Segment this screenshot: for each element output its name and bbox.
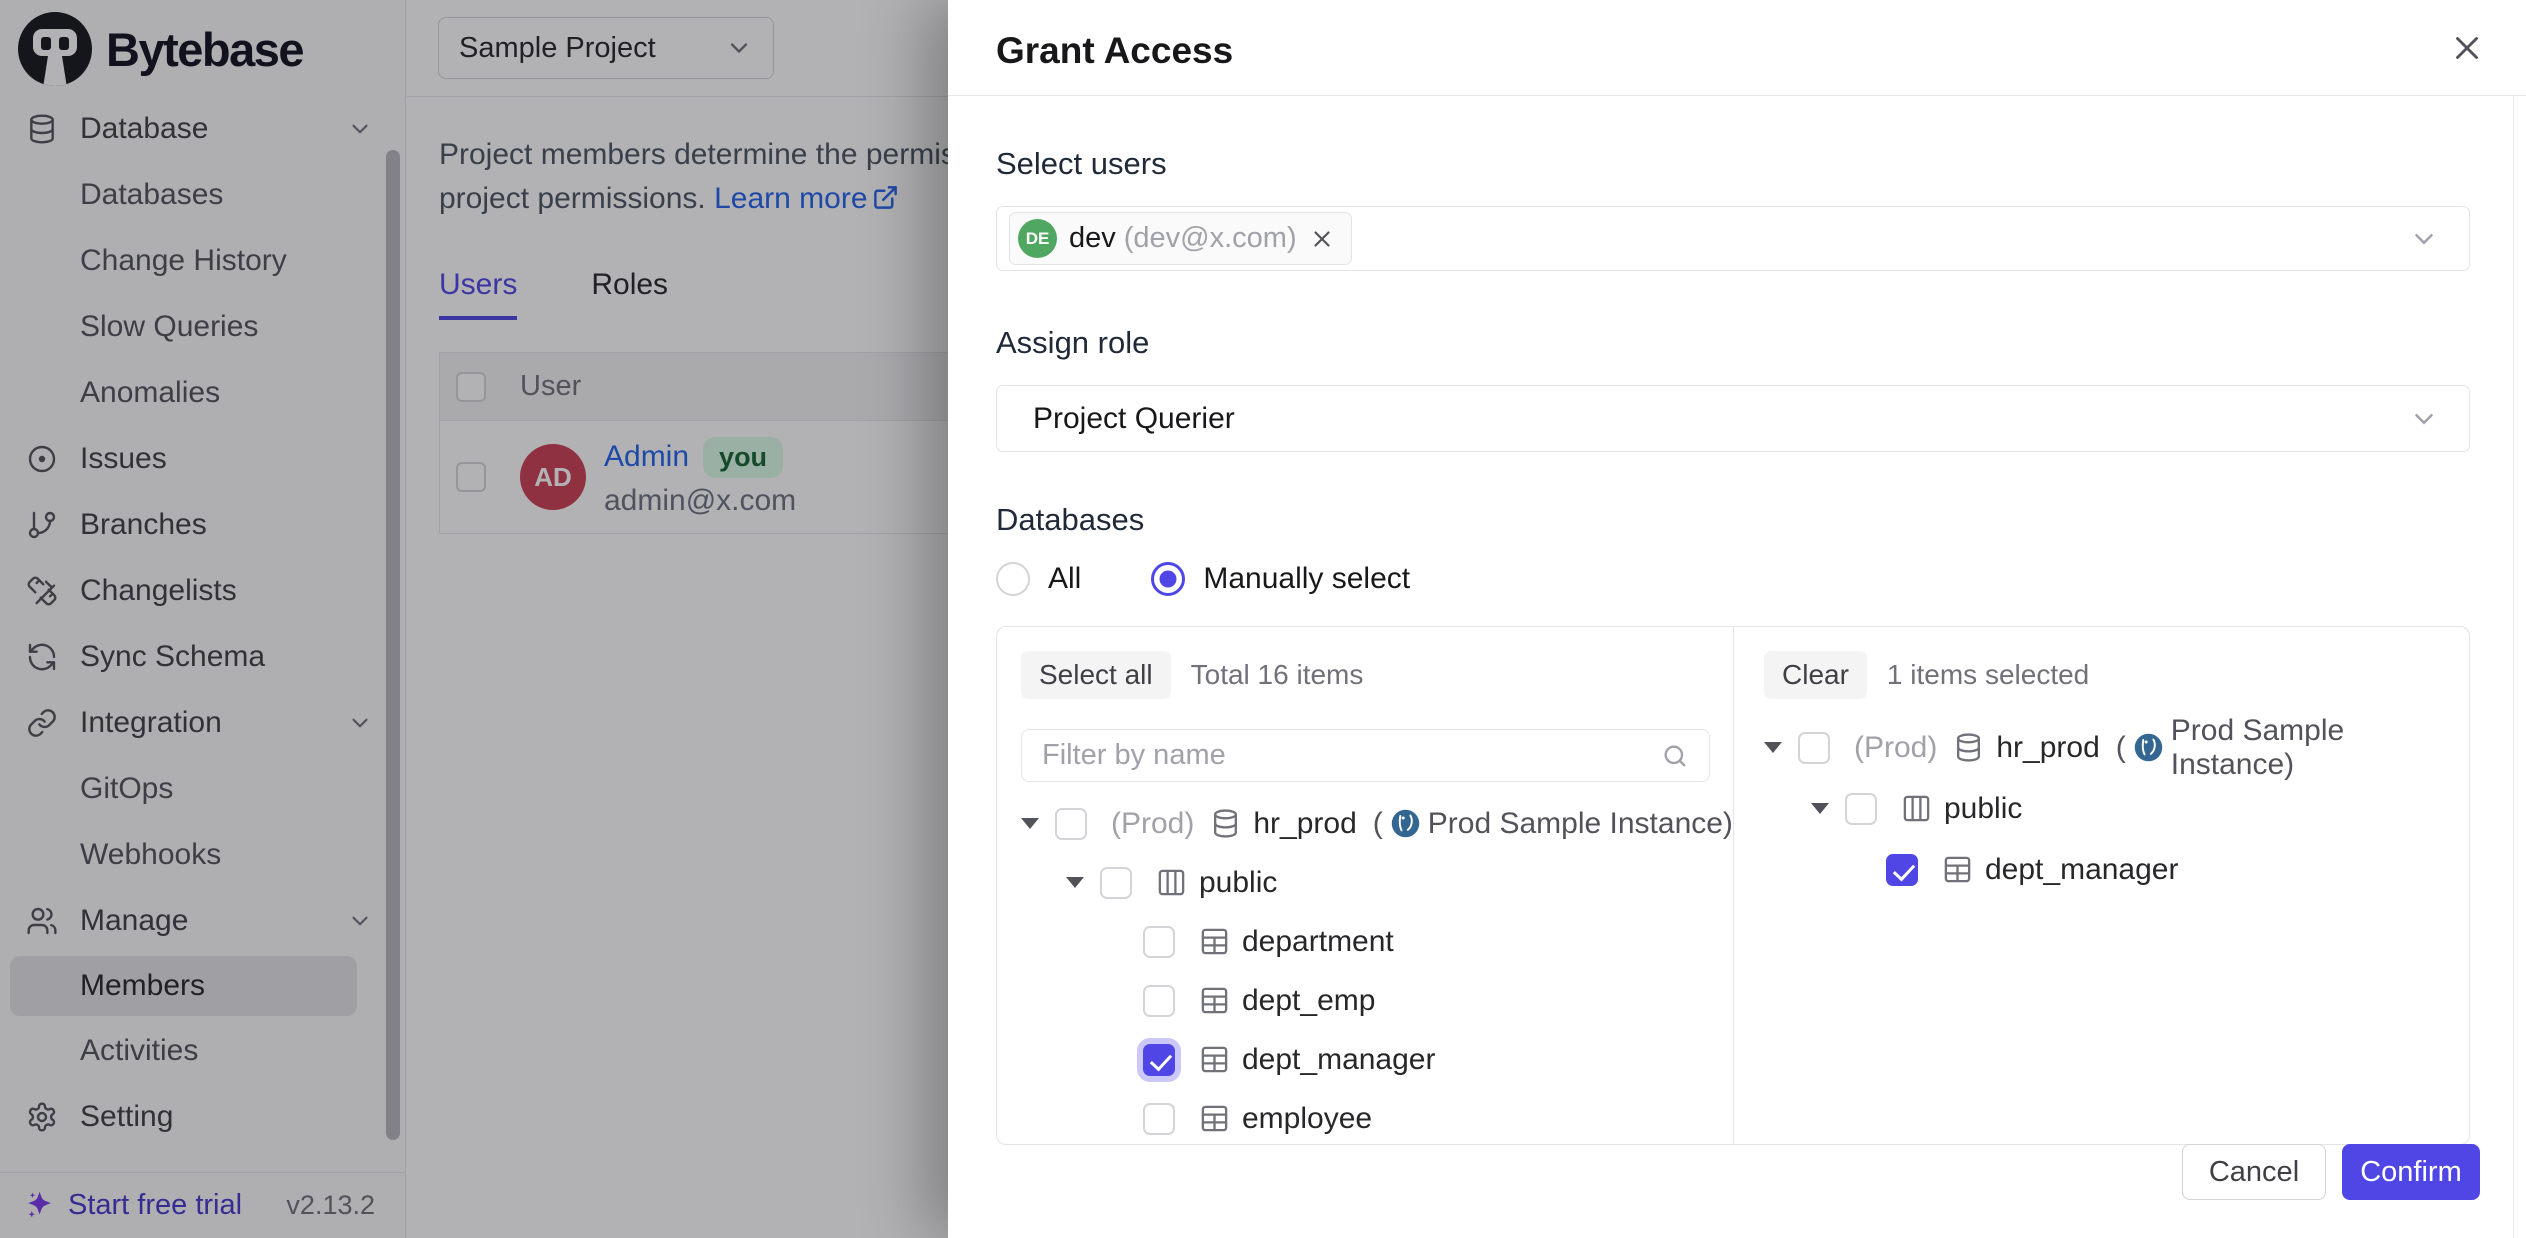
tree-row-table[interactable]: department — [1021, 912, 1733, 971]
select-all-button[interactable]: Select all — [1021, 651, 1171, 699]
tree-row-table[interactable]: dept_manager — [1021, 1030, 1733, 1089]
table-name: dept_manager — [1242, 1043, 1435, 1077]
radio-all[interactable] — [996, 562, 1030, 596]
total-items-label: Total 16 items — [1191, 659, 1364, 691]
select-users-label: Select users — [996, 146, 2470, 182]
checkbox[interactable] — [1055, 808, 1087, 840]
tree-row-schema[interactable]: public — [1021, 853, 1733, 912]
checkbox-checked[interactable] — [1143, 1044, 1175, 1076]
env-label: (Prod) — [1111, 807, 1194, 841]
schema-name: public — [1199, 866, 1277, 900]
bytebase-app: Bytebase Database Databases Change Histo… — [0, 0, 2526, 1238]
tree-row-database[interactable]: (Prod) hr_prod ( Prod Sample Instance) — [1764, 717, 2469, 778]
chevron-down-icon — [2409, 404, 2439, 434]
caret-down-icon[interactable] — [1811, 803, 1829, 814]
checkbox[interactable] — [1798, 732, 1830, 764]
postgres-icon — [1389, 807, 1422, 840]
table-icon — [1199, 1044, 1230, 1075]
caret-down-icon[interactable] — [1021, 818, 1039, 829]
schema-icon — [1901, 793, 1932, 824]
radio-manually-select[interactable] — [1151, 562, 1185, 596]
tree-row-table[interactable]: dept_manager — [1764, 839, 2469, 900]
caret-down-icon[interactable] — [1066, 877, 1084, 888]
database-scope-radios: All Manually select — [996, 562, 2470, 596]
table-icon — [1199, 1103, 1230, 1134]
database-transfer-panel: Select all Total 16 items (Prod) — [996, 626, 2470, 1145]
env-label: (Prod) — [1854, 731, 1937, 765]
instance-open-paren: ( — [1373, 807, 1383, 841]
db-name: hr_prod — [1996, 731, 2099, 765]
filter-input[interactable] — [1042, 739, 1661, 772]
filter-input-wrap — [1021, 729, 1710, 782]
schema-icon — [1156, 867, 1187, 898]
instance-label: Prod Sample Instance) — [1428, 807, 1733, 841]
select-users-input[interactable]: DE dev (dev@x.com) — [996, 206, 2470, 271]
grant-access-modal: Grant Access Select users DE dev (dev@x.… — [948, 0, 2526, 1238]
chevron-down-icon[interactable] — [2409, 224, 2439, 254]
remove-user-icon[interactable] — [1309, 226, 1335, 252]
radio-all-label[interactable]: All — [1048, 562, 1081, 596]
checkbox[interactable] — [1845, 793, 1877, 825]
checkbox[interactable] — [1143, 926, 1175, 958]
postgres-icon — [2132, 731, 2165, 764]
tree-row-schema[interactable]: public — [1764, 778, 2469, 839]
modal-header: Grant Access — [948, 0, 2526, 96]
modal-footer: Cancel Confirm — [948, 1144, 2526, 1200]
table-name: employee — [1242, 1102, 1372, 1136]
modal-scrollbar-track[interactable] — [2513, 96, 2526, 1238]
selected-count-label: 1 items selected — [1887, 659, 2089, 691]
role-select[interactable]: Project Querier — [996, 385, 2470, 452]
radio-manually-select-label[interactable]: Manually select — [1203, 562, 1410, 596]
table-icon — [1199, 985, 1230, 1016]
source-pane: Select all Total 16 items (Prod) — [997, 627, 1734, 1144]
tree-row-database[interactable]: (Prod) hr_prod ( Prod Sample Instance) — [1021, 794, 1733, 853]
schema-name: public — [1944, 792, 2022, 826]
avatar: DE — [1018, 219, 1057, 258]
role-value: Project Querier — [1033, 402, 1235, 436]
tree-row-table[interactable]: employee — [1021, 1089, 1733, 1144]
checkbox[interactable] — [1100, 867, 1132, 899]
checkbox[interactable] — [1143, 985, 1175, 1017]
checkbox[interactable] — [1143, 1103, 1175, 1135]
table-icon — [1199, 926, 1230, 957]
tree-row-table[interactable]: dept_emp — [1021, 971, 1733, 1030]
chip-user-name: dev — [1069, 222, 1116, 255]
modal-body: Select users DE dev (dev@x.com) Assign r… — [948, 146, 2526, 1145]
databases-label: Databases — [996, 502, 2470, 538]
selected-pane: Clear 1 items selected (Prod) hr_prod ( — [1734, 627, 2469, 1144]
clear-button[interactable]: Clear — [1764, 651, 1867, 699]
selected-user-chip: DE dev (dev@x.com) — [1009, 212, 1352, 265]
search-icon — [1661, 742, 1689, 770]
db-name: hr_prod — [1253, 807, 1356, 841]
cancel-button[interactable]: Cancel — [2182, 1144, 2326, 1200]
caret-down-icon[interactable] — [1764, 742, 1782, 753]
checkbox-checked[interactable] — [1886, 854, 1918, 886]
table-name: dept_manager — [1985, 853, 2178, 887]
assign-role-label: Assign role — [996, 325, 2470, 361]
instance-label: Prod Sample Instance) — [2171, 714, 2469, 782]
chip-user-email: (dev@x.com) — [1124, 222, 1297, 255]
confirm-button[interactable]: Confirm — [2342, 1144, 2480, 1200]
table-icon — [1942, 854, 1973, 885]
instance-open-paren: ( — [2116, 731, 2126, 765]
database-icon — [1953, 732, 1984, 763]
selected-tree: (Prod) hr_prod ( Prod Sample Instance) p… — [1764, 717, 2469, 900]
table-name: dept_emp — [1242, 984, 1375, 1018]
modal-title: Grant Access — [996, 30, 1233, 72]
database-icon — [1210, 808, 1241, 839]
close-icon[interactable] — [2448, 29, 2486, 67]
source-tree: (Prod) hr_prod ( Prod Sample Instance) p… — [1021, 794, 1733, 1144]
table-name: department — [1242, 925, 1394, 959]
